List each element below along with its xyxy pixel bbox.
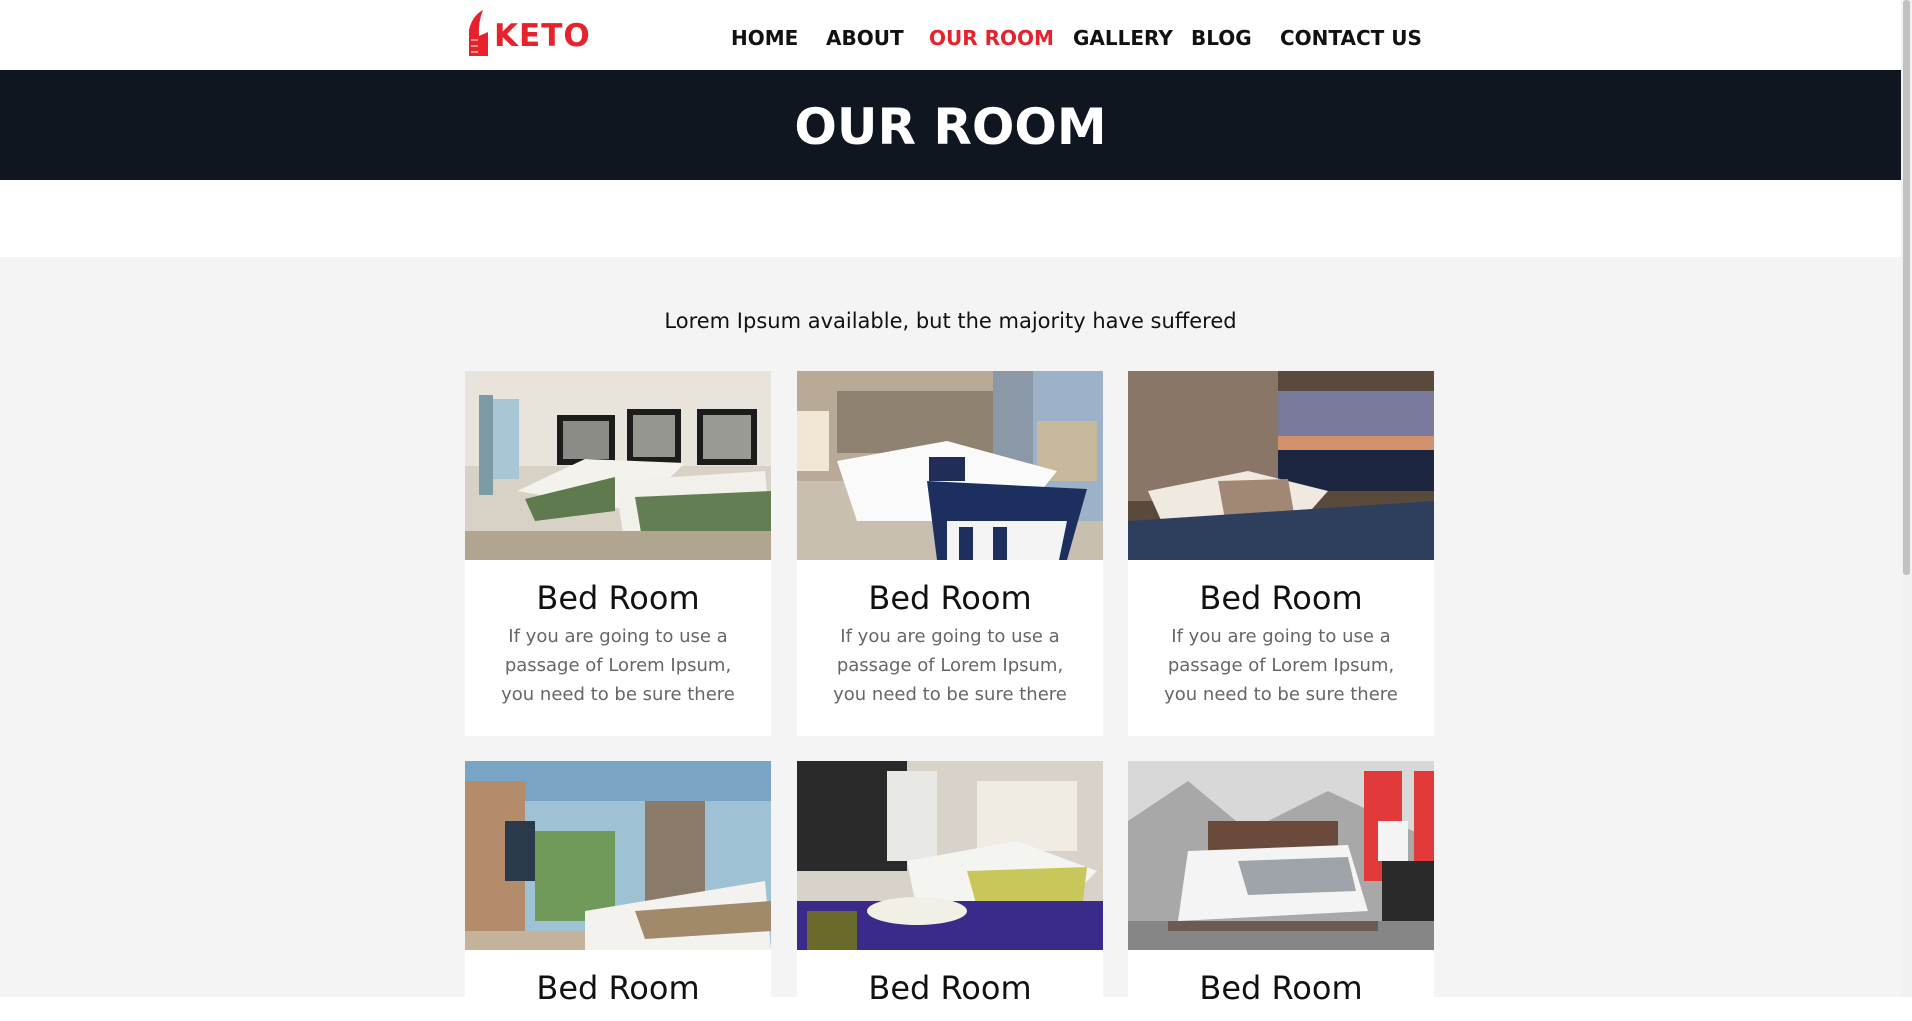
nav-gallery[interactable]: GALLERY [1073, 26, 1173, 77]
nav-blog[interactable]: BLOG [1191, 26, 1252, 77]
section-subtitle: Lorem Ipsum available, but the majority … [664, 309, 1237, 333]
room-photo [465, 371, 771, 560]
room-card[interactable]: Bed Room If you are going to use a passa… [1128, 371, 1434, 736]
page-banner: OUR ROOM [0, 70, 1901, 180]
nav-contact-us[interactable]: CONTACT US [1280, 26, 1422, 77]
room-card[interactable]: Bed Room [465, 761, 771, 1021]
room-title: Bed Room [1199, 579, 1363, 617]
nav-gallery-label: GALLERY [1073, 26, 1173, 50]
site-header: KETO HOME ABOUT OUR ROOM GALLERY BLOG CO… [0, 0, 1901, 77]
room-description: If you are going to use a passage of Lor… [833, 626, 1067, 705]
page-title: OUR ROOM [794, 98, 1107, 156]
nav-about[interactable]: ABOUT [826, 26, 904, 77]
scrollbar-thumb[interactable] [1903, 0, 1910, 575]
nav-our-room[interactable]: OUR ROOM [929, 26, 1054, 77]
nav-about-label: ABOUT [826, 26, 904, 50]
room-photo [1128, 761, 1434, 950]
room-card[interactable]: Bed Room [797, 761, 1103, 1021]
room-card[interactable]: Bed Room If you are going to use a passa… [797, 371, 1103, 736]
room-title: Bed Room [536, 579, 700, 617]
room-description: If you are going to use a passage of Lor… [1164, 626, 1398, 705]
room-title: Bed Room [868, 969, 1032, 1007]
brand-logo[interactable]: KETO [466, 10, 591, 56]
hotel-tower-icon [469, 10, 488, 56]
room-title: Bed Room [868, 579, 1032, 617]
room-card[interactable]: Bed Room [1128, 761, 1434, 1021]
room-description: If you are going to use a passage of Lor… [501, 626, 735, 705]
nav-our-room-label: OUR ROOM [929, 26, 1054, 50]
room-photo [465, 761, 771, 950]
nav-contact-us-label: CONTACT US [1280, 26, 1422, 50]
nav-blog-label: BLOG [1191, 26, 1252, 50]
nav-home-label: HOME [731, 26, 799, 50]
room-card[interactable]: Bed Room If you are going to use a passa… [465, 371, 771, 736]
logo-text: KETO [494, 18, 591, 54]
rooms-section: Lorem Ipsum available, but the majority … [0, 257, 1901, 1021]
room-photo [1128, 371, 1434, 560]
room-title: Bed Room [1199, 969, 1363, 1007]
room-photo [797, 761, 1103, 950]
room-title: Bed Room [536, 969, 700, 1007]
room-photo [797, 371, 1103, 560]
page-scrollbar[interactable] [1901, 0, 1912, 997]
nav-home[interactable]: HOME [731, 26, 799, 77]
